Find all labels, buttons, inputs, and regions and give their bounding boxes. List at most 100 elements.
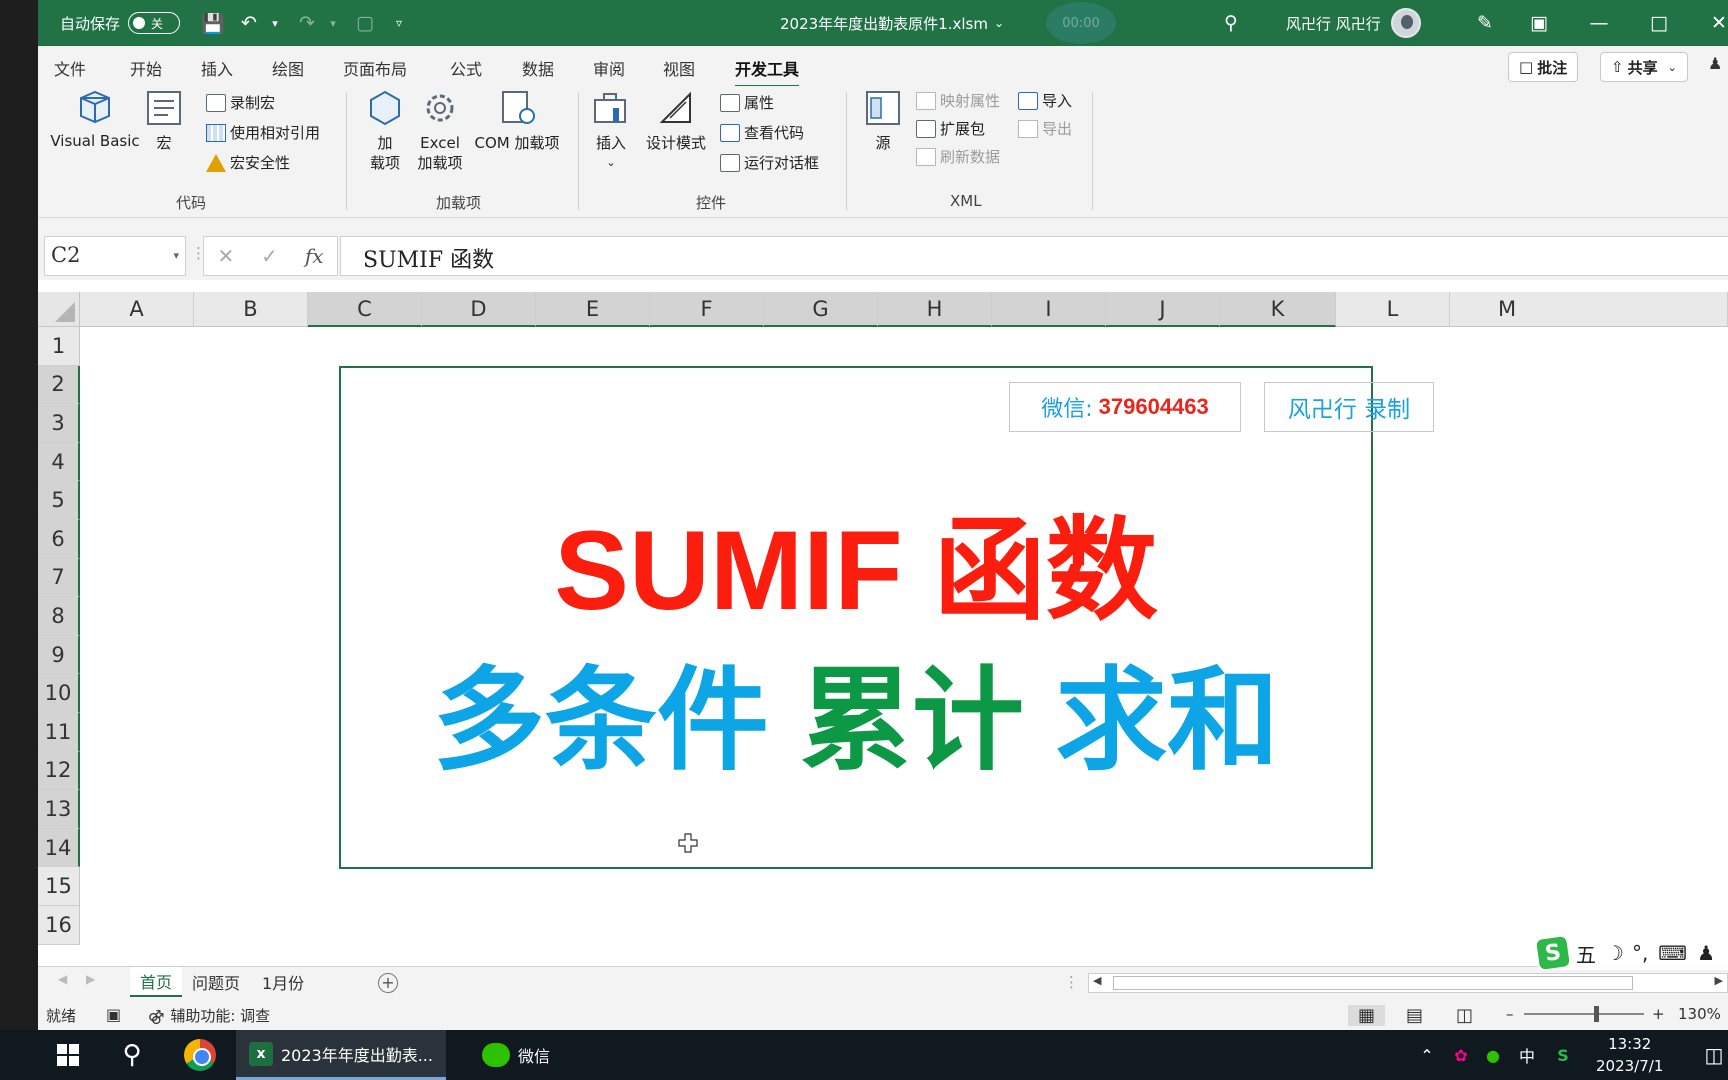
column-header[interactable]: D: [422, 292, 536, 327]
row-header[interactable]: 8: [38, 597, 80, 636]
user-icon[interactable]: ♟: [1697, 941, 1715, 965]
row-header[interactable]: 5: [38, 481, 80, 520]
import-button[interactable]: 导入: [1018, 90, 1072, 111]
sogou-logo-icon[interactable]: S: [1536, 936, 1570, 970]
refresh-data-button[interactable]: 刷新数据: [916, 146, 1000, 167]
column-header[interactable]: A: [80, 292, 194, 327]
column-header[interactable]: C: [308, 292, 422, 327]
save-icon[interactable]: 💾: [200, 10, 226, 36]
customize-qat-icon[interactable]: ▿: [386, 10, 412, 36]
com-addins-button[interactable]: COM 加载项: [472, 88, 562, 153]
scrollbar-thumb[interactable]: [1113, 976, 1633, 990]
worksheet-grid[interactable]: A B C D E F G H I J K L M 1 2 3 4 5 6 7 …: [38, 292, 1728, 966]
document-title[interactable]: 2023年年度出勤表原件1.xlsm ⌄: [780, 0, 1004, 46]
scroll-right-icon[interactable]: ▶: [86, 972, 95, 986]
zoom-in-icon[interactable]: +: [1652, 1005, 1665, 1023]
zoom-out-icon[interactable]: –: [1506, 1005, 1514, 1023]
column-header[interactable]: F: [650, 292, 764, 327]
wechat-tray-icon[interactable]: ●: [1478, 1030, 1508, 1080]
properties-button[interactable]: 属性: [720, 92, 774, 113]
sogou-tray-icon[interactable]: S: [1548, 1030, 1578, 1080]
row-header[interactable]: 2: [38, 365, 80, 405]
formula-input[interactable]: SUMIF 函数: [340, 236, 1728, 276]
minimize-icon[interactable]: —: [1586, 10, 1612, 36]
merged-cell-c2[interactable]: 微信: 379604463 风卍行 录制 SUMIF 函数 多条件 累计 求和: [339, 366, 1434, 869]
tray-expand-icon[interactable]: ⌃: [1412, 1030, 1442, 1080]
name-box[interactable]: C2 ▾: [44, 236, 186, 276]
zoom-level[interactable]: 130%: [1678, 1005, 1721, 1023]
punctuation-icon[interactable]: °,: [1632, 941, 1648, 965]
select-all-button[interactable]: [38, 292, 80, 327]
page-break-view-icon[interactable]: ◫: [1456, 1005, 1473, 1026]
view-code-button[interactable]: 查看代码: [720, 122, 804, 143]
page-layout-view-icon[interactable]: ▤: [1406, 1005, 1423, 1026]
row-header[interactable]: 1: [38, 327, 80, 366]
column-header[interactable]: I: [992, 292, 1106, 327]
tab-draw[interactable]: 绘图: [272, 56, 304, 80]
tab-review[interactable]: 审阅: [593, 56, 625, 80]
undo-icon[interactable]: ↶: [236, 10, 262, 36]
ime-mode[interactable]: 五: [1576, 939, 1596, 968]
map-properties-button[interactable]: 映射属性: [916, 90, 1000, 111]
zoom-slider-thumb[interactable]: [1594, 1006, 1599, 1022]
row-header[interactable]: 6: [38, 520, 80, 559]
tab-insert[interactable]: 插入: [201, 56, 233, 80]
column-header[interactable]: K: [1220, 292, 1336, 327]
addins-button[interactable]: 加 载项: [364, 88, 406, 173]
expansion-packs-button[interactable]: 扩展包: [916, 118, 985, 139]
row-header[interactable]: 14: [38, 828, 80, 868]
tray-app-icon[interactable]: ✿: [1446, 1030, 1476, 1080]
macro-security-button[interactable]: 宏安全性: [206, 152, 290, 173]
search-icon[interactable]: ⚲: [104, 1030, 160, 1080]
search-icon[interactable]: ⚲: [1218, 10, 1244, 36]
row-header[interactable]: 11: [38, 713, 80, 752]
close-icon[interactable]: ✕: [1706, 10, 1728, 36]
pen-icon[interactable]: ✎: [1472, 10, 1498, 36]
xml-source-button[interactable]: 源: [862, 88, 904, 153]
tab-view[interactable]: 视图: [663, 56, 695, 80]
visual-basic-button[interactable]: Visual Basic: [50, 88, 140, 150]
row-header[interactable]: 16: [38, 906, 80, 945]
redo-icon[interactable]: ↷: [294, 10, 320, 36]
excel-addins-button[interactable]: Excel 加载项: [412, 88, 468, 173]
start-button[interactable]: [40, 1030, 96, 1080]
sheet-tab[interactable]: 问题页: [182, 967, 250, 997]
scroll-right-arrow-icon[interactable]: ▶: [1715, 974, 1723, 987]
person-icon[interactable]: ♟: [1708, 54, 1722, 73]
splitter-handle-icon[interactable]: ⋮: [1064, 973, 1079, 991]
maximize-icon[interactable]: □: [1646, 10, 1672, 36]
redo-dropdown-icon[interactable]: ▾: [320, 10, 346, 36]
sheet-tab[interactable]: 首页: [130, 967, 183, 997]
relative-reference-button[interactable]: 使用相对引用: [206, 122, 320, 143]
horizontal-scrollbar[interactable]: ◀ ▶: [1088, 973, 1728, 993]
comments-button[interactable]: □ 批注: [1508, 52, 1579, 82]
column-header[interactable]: M: [1450, 292, 1728, 327]
column-header[interactable]: H: [878, 292, 992, 327]
row-header[interactable]: 15: [38, 867, 80, 906]
tab-file[interactable]: 文件: [54, 56, 86, 80]
tab-home[interactable]: 开始: [130, 56, 162, 80]
tab-developer[interactable]: 开发工具: [735, 56, 800, 88]
form-icon[interactable]: ▢: [352, 10, 378, 36]
avatar[interactable]: [1390, 8, 1421, 38]
ribbon-display-icon[interactable]: ▣: [1526, 10, 1552, 36]
excel-taskbar-button[interactable]: x 2023年年度出勤表...: [236, 1030, 446, 1080]
wechat-taskbar-button[interactable]: 微信: [456, 1030, 576, 1080]
column-header[interactable]: E: [536, 292, 650, 327]
column-header[interactable]: G: [764, 292, 878, 327]
insert-function-icon[interactable]: fx: [305, 244, 324, 268]
scroll-left-icon[interactable]: ◀: [58, 972, 67, 986]
clock[interactable]: 13:32 2023/7/1: [1596, 1033, 1663, 1077]
autosave-control[interactable]: 自动保存 关: [60, 0, 181, 46]
macro-record-icon[interactable]: ▣: [106, 1005, 121, 1024]
row-header[interactable]: 13: [38, 790, 80, 829]
sheet-tab[interactable]: 1月份: [252, 967, 314, 997]
column-header[interactable]: B: [194, 292, 308, 327]
normal-view-icon[interactable]: ▦: [1348, 1005, 1386, 1026]
moon-icon[interactable]: ☽: [1606, 941, 1624, 965]
zoom-slider[interactable]: [1524, 1006, 1644, 1022]
tab-data[interactable]: 数据: [522, 56, 554, 80]
column-header[interactable]: J: [1106, 292, 1220, 327]
chrome-taskbar-button[interactable]: [172, 1030, 228, 1080]
confirm-icon[interactable]: ✓: [261, 244, 278, 268]
